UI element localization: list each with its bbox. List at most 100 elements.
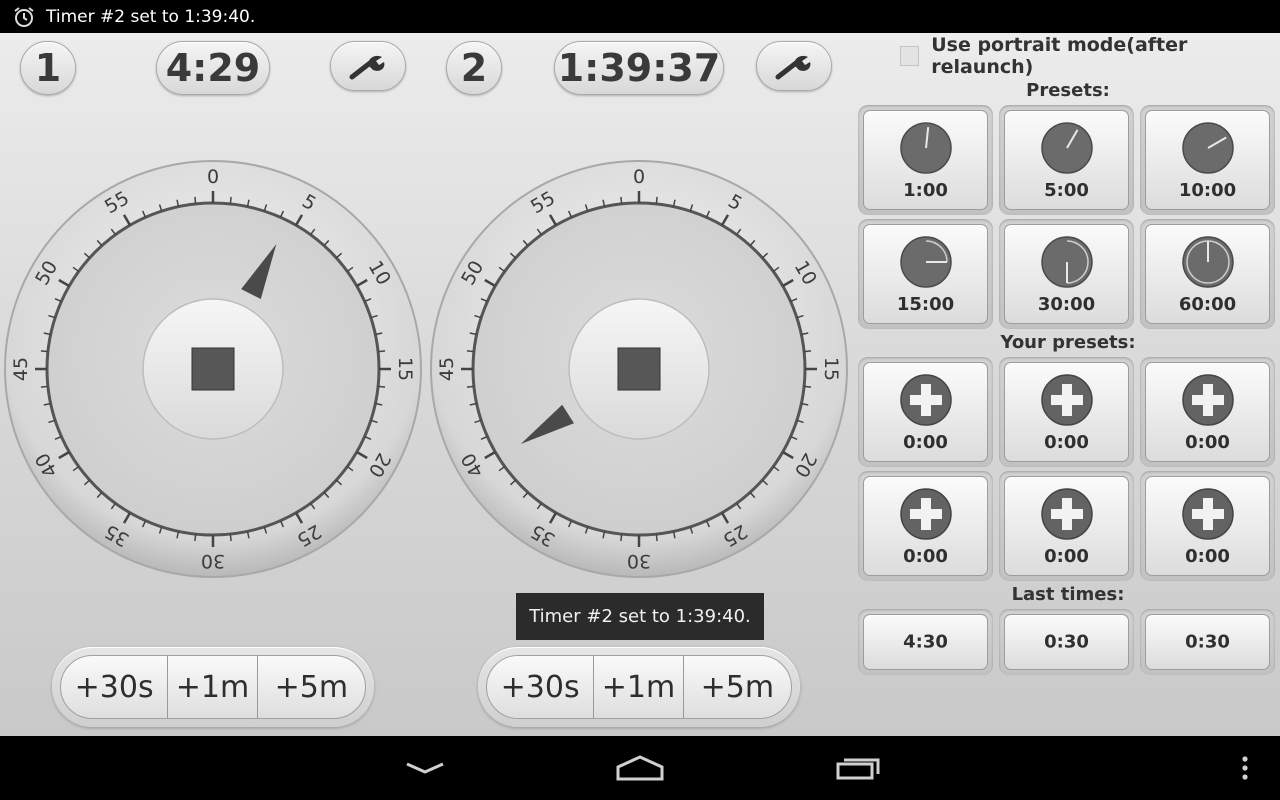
user-preset-tile-frame: 0:00 (858, 357, 993, 467)
portrait-mode-option[interactable]: Use portrait mode(after relaunch) (900, 34, 1280, 78)
back-button[interactable] (395, 736, 455, 800)
stop-icon[interactable] (617, 347, 661, 391)
portrait-mode-label: Use portrait mode(after relaunch) (931, 34, 1188, 78)
presets-heading: Presets: (1026, 80, 1110, 101)
timer-1-time-display[interactable]: 4:29 (156, 41, 270, 95)
preset-tile-frame: 1:00 (858, 105, 993, 215)
preset-tile[interactable]: 10:00 (1145, 110, 1270, 210)
dial-label: 30 (627, 550, 651, 572)
timer-1-dial[interactable]: 0510152025303540455055 (3, 159, 423, 579)
last-time-tile-frame: 0:30 (1140, 609, 1275, 675)
last-time-tile-frame: 0:30 (999, 609, 1134, 675)
dial-label: 45 (436, 357, 458, 381)
add-preset-icon (1040, 374, 1093, 426)
preset-clock-icon (1181, 122, 1234, 174)
tile-label: 4:30 (903, 631, 948, 653)
preset-tile[interactable]: 5:00 (1004, 110, 1129, 210)
stop-icon[interactable] (191, 347, 235, 391)
preset-clock-icon (899, 236, 952, 288)
tile-label: 0:00 (1185, 432, 1230, 453)
main-area: 1 4:29 2 1:39:37 0 5 10 15 20 25 30 35 40 45 50 55 … (0, 33, 1280, 736)
user-preset-tile-frame: 0:00 (1140, 471, 1275, 581)
portrait-mode-checkbox[interactable] (900, 46, 920, 66)
preset-tile[interactable]: 60:00 (1145, 224, 1270, 324)
tile-label: 15:00 (896, 294, 955, 315)
timer-1-add-time-bar: +30s +1m +5m (52, 647, 374, 727)
toast-message: Timer #2 set to 1:39:40. (516, 593, 764, 640)
last-time-tile[interactable]: 4:30 (863, 614, 988, 670)
last-times-heading: Last times: (1011, 584, 1125, 605)
wrench-icon (349, 55, 385, 80)
dial-label: 15 (394, 357, 416, 381)
status-notification-text: Timer #2 set to 1:39:40. (46, 6, 256, 27)
tile-label: 0:00 (1185, 546, 1230, 567)
home-button[interactable] (608, 736, 672, 800)
preset-tile[interactable]: 30:00 (1004, 224, 1129, 324)
timer-2-time-display[interactable]: 1:39:37 (554, 41, 724, 95)
preset-clock-icon (899, 122, 952, 174)
tile-label: 0:30 (1185, 631, 1230, 653)
chevron-down-icon (406, 762, 444, 774)
timer-2-dial[interactable]: 0510152025303540455055 (429, 159, 849, 579)
preset-tile-frame: 5:00 (999, 105, 1134, 215)
dial-label: 0 (207, 166, 219, 188)
tile-label: 0:00 (903, 546, 948, 567)
preset-tile-frame: 10:00 (1140, 105, 1275, 215)
recent-apps-icon (836, 758, 880, 780)
dial-label: 15 (820, 357, 842, 381)
your-presets-heading: Your presets: (1000, 332, 1136, 353)
timer-2-settings-button[interactable] (756, 41, 832, 91)
timer-1-add-5m-button[interactable]: +5m (258, 656, 365, 718)
home-icon (616, 755, 664, 781)
wrench-icon (775, 55, 811, 80)
last-time-tile-frame: 4:30 (858, 609, 993, 675)
user-preset-tile-frame: 0:00 (1140, 357, 1275, 467)
last-time-tile[interactable]: 0:30 (1004, 614, 1129, 670)
alarm-clock-icon (14, 6, 34, 27)
preset-tile[interactable]: 15:00 (863, 224, 988, 324)
user-preset-tile-frame: 0:00 (999, 471, 1134, 581)
user-preset-tile-frame: 0:00 (999, 357, 1134, 467)
tile-label: 0:00 (903, 432, 948, 453)
preset-tile-frame: 30:00 (999, 219, 1134, 329)
preset-tile-frame: 15:00 (858, 219, 993, 329)
timer-2-add-5m-button[interactable]: +5m (684, 656, 791, 718)
timer-1-add-30s-button[interactable]: +30s (61, 656, 169, 718)
user-preset-tile-frame: 0:00 (858, 471, 993, 581)
tile-label: 0:00 (1044, 546, 1089, 567)
overflow-menu-button[interactable] (1230, 736, 1260, 800)
tile-label: 10:00 (1178, 180, 1237, 201)
timer-1-add-1m-button[interactable]: +1m (168, 656, 258, 718)
add-preset-icon (899, 488, 952, 540)
user-preset-tile[interactable]: 0:00 (1004, 362, 1129, 462)
timer-2-number[interactable]: 2 (446, 41, 502, 95)
user-preset-tile[interactable]: 0:00 (1145, 476, 1270, 576)
timer-2-add-1m-button[interactable]: +1m (594, 656, 684, 718)
overflow-dots-icon (1242, 756, 1248, 780)
dial-label: 30 (201, 550, 225, 572)
status-bar: Timer #2 set to 1:39:40. (0, 0, 1280, 33)
user-preset-tile[interactable]: 0:00 (863, 476, 988, 576)
preset-tile[interactable]: 1:00 (863, 110, 988, 210)
user-preset-tile[interactable]: 0:00 (1145, 362, 1270, 462)
add-preset-icon (1040, 488, 1093, 540)
tile-label: 30:00 (1037, 294, 1096, 315)
user-preset-tile[interactable]: 0:00 (863, 362, 988, 462)
timer-1-number[interactable]: 1 (20, 41, 76, 95)
tile-label: 1:00 (903, 180, 948, 201)
recent-apps-button[interactable] (828, 736, 888, 800)
tile-label: 0:30 (1044, 631, 1089, 653)
dial-label: 45 (10, 357, 32, 381)
preset-clock-icon (1040, 236, 1093, 288)
timer-1-settings-button[interactable] (330, 41, 406, 91)
user-preset-tile[interactable]: 0:00 (1004, 476, 1129, 576)
last-time-tile[interactable]: 0:30 (1145, 614, 1270, 670)
add-preset-icon (1181, 488, 1234, 540)
preset-clock-icon (1040, 122, 1093, 174)
preset-tile-frame: 60:00 (1140, 219, 1275, 329)
navigation-bar (0, 736, 1280, 800)
preset-clock-icon (1181, 236, 1234, 288)
timer-2-add-30s-button[interactable]: +30s (487, 656, 595, 718)
tile-label: 60:00 (1178, 294, 1237, 315)
add-preset-icon (1181, 374, 1234, 426)
